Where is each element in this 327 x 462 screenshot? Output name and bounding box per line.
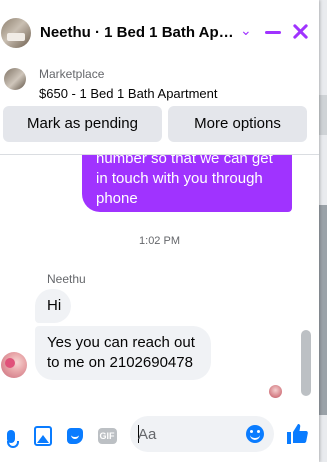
marketplace-banner: Marketplace $650 - 1 Bed 1 Bath Apartmen… <box>0 58 319 155</box>
minimize-icon[interactable] <box>265 31 281 34</box>
microphone-icon[interactable] <box>4 426 19 448</box>
sender-name: Neethu <box>47 272 86 286</box>
mark-as-pending-button[interactable]: Mark as pending <box>3 106 162 142</box>
message-list: number so that we can get in touch with … <box>0 155 319 405</box>
message-input-wrapper <box>130 416 274 452</box>
background-image <box>319 205 327 415</box>
photo-icon[interactable] <box>34 426 52 446</box>
message-input[interactable] <box>138 424 238 444</box>
outgoing-message[interactable]: number so that we can get in touch with … <box>82 155 292 212</box>
listing-title[interactable]: $650 - 1 Bed 1 Bath Apartment <box>39 86 218 101</box>
chat-window: Neethu · 1 Bed 1 Bath Apartment ⌄ Market… <box>0 0 319 462</box>
listing-thumbnail[interactable] <box>4 68 26 90</box>
sticker-icon[interactable] <box>66 426 84 446</box>
conversation-avatar[interactable] <box>1 18 31 48</box>
chat-header: Neethu · 1 Bed 1 Bath Apartment ⌄ <box>0 0 319 59</box>
read-receipt-avatar <box>269 385 282 398</box>
gif-icon[interactable]: GIF <box>96 426 118 446</box>
sender-avatar[interactable] <box>1 352 27 378</box>
background-page <box>319 0 327 462</box>
more-options-button[interactable]: More options <box>168 106 307 142</box>
close-icon[interactable] <box>291 22 309 40</box>
conversation-title[interactable]: Neethu · 1 Bed 1 Bath Apartment <box>40 24 236 41</box>
incoming-message[interactable]: Hi <box>35 289 71 323</box>
gif-label: GIF <box>97 428 117 444</box>
scrollbar[interactable] <box>301 330 311 396</box>
thumbs-up-icon[interactable] <box>285 422 309 446</box>
incoming-message[interactable]: Yes you can reach out to me on 210269047… <box>35 326 211 380</box>
background-image <box>319 95 327 135</box>
marketplace-label: Marketplace <box>39 67 105 81</box>
composer: GIF <box>0 406 319 462</box>
message-timestamp: 1:02 PM <box>139 235 180 247</box>
emoji-icon[interactable] <box>246 425 264 443</box>
chevron-down-icon[interactable]: ⌄ <box>240 22 252 39</box>
